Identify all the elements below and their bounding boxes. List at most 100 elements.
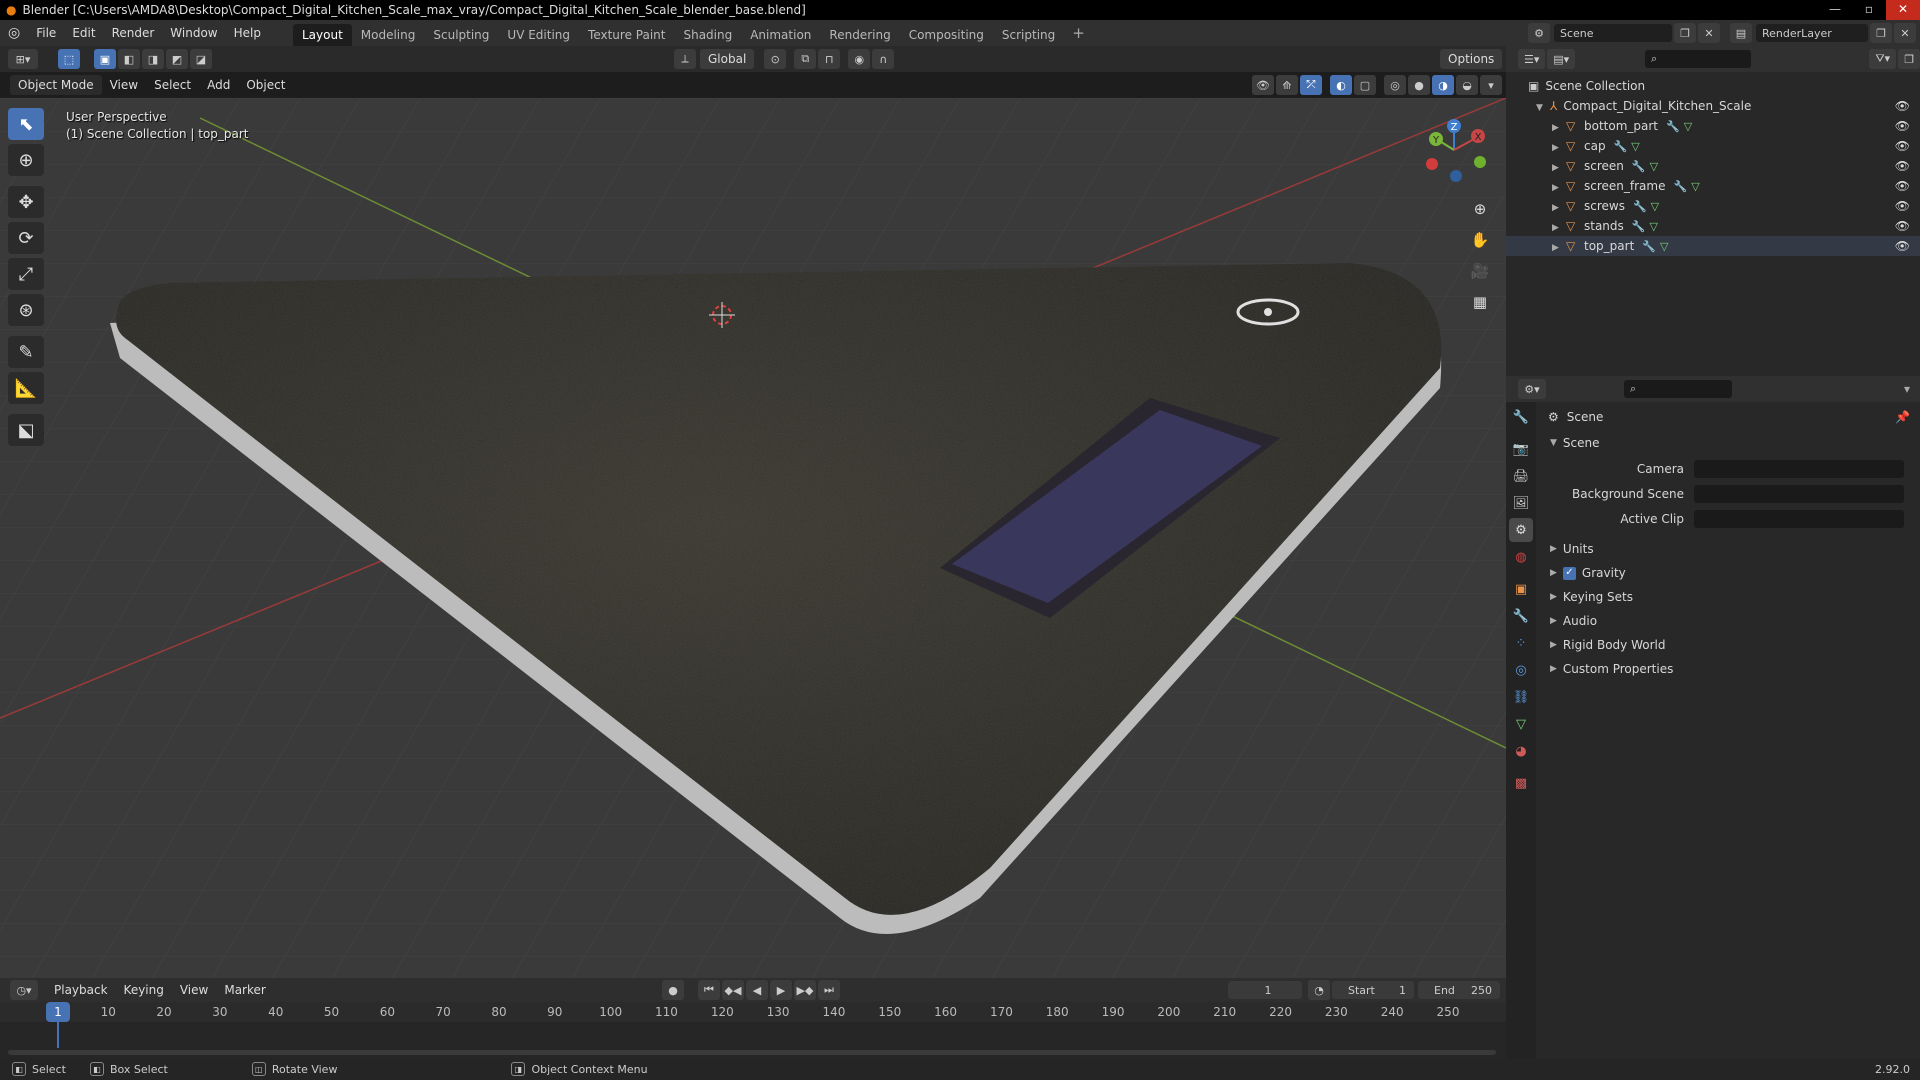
new-scene-icon[interactable]: ❐ xyxy=(1674,23,1696,43)
scene-selector[interactable]: Scene xyxy=(1554,24,1672,42)
render-tab-icon[interactable]: 📷 xyxy=(1509,437,1533,461)
mesh-data-icon[interactable]: ▽ xyxy=(1631,140,1639,153)
material-tab-icon[interactable]: ◕ xyxy=(1509,739,1533,763)
outliner-object-row[interactable]: ▶ ▽ bottom_part 🔧 ▽ 👁 xyxy=(1506,116,1920,136)
section-gravity[interactable]: ▶ ✓ Gravity xyxy=(1544,562,1914,584)
play-icon[interactable]: ▶ xyxy=(770,980,792,1000)
timeline-menu-playback[interactable]: Playback xyxy=(48,980,114,1000)
field-input[interactable] xyxy=(1694,510,1904,528)
shading-options-icon[interactable]: ▾ xyxy=(1480,75,1502,95)
3d-viewport[interactable]: User Perspective (1) Scene Collection | … xyxy=(0,98,1506,978)
solid-shading-icon[interactable]: ● xyxy=(1408,75,1430,95)
section-audio[interactable]: ▶ Audio xyxy=(1544,610,1914,632)
timeline-menu-view[interactable]: View xyxy=(174,980,214,1000)
field-input[interactable] xyxy=(1694,485,1904,503)
visibility-eye-icon[interactable]: 👁 xyxy=(1895,116,1910,136)
select-tool-icon[interactable]: ⬚ xyxy=(58,49,80,69)
mode-invert-icon[interactable]: ◩ xyxy=(166,49,188,69)
visibility-eye-icon[interactable]: 👁 xyxy=(1895,136,1910,156)
output-tab-icon[interactable]: 🖨 xyxy=(1509,464,1533,488)
tab-scripting[interactable]: Scripting xyxy=(993,24,1064,46)
tab-shading[interactable]: Shading xyxy=(674,24,741,46)
texture-tab-icon[interactable]: ▩ xyxy=(1509,771,1533,795)
mode-intersect-icon[interactable]: ◪ xyxy=(190,49,212,69)
overlay-icon[interactable]: ◐ xyxy=(1330,75,1352,95)
section-keying-sets[interactable]: ▶ Keying Sets xyxy=(1544,586,1914,608)
scene-panel-header[interactable]: ▼ Scene xyxy=(1544,432,1914,454)
filter-icon[interactable]: ⛛▾ xyxy=(1868,49,1897,69)
proportional-edit-icon[interactable]: ◉ xyxy=(848,49,871,69)
mesh-data-icon[interactable]: ▽ xyxy=(1660,240,1668,253)
visibility-eye-icon[interactable]: 👁 xyxy=(1895,236,1910,256)
blender-menu-icon[interactable]: ◎ xyxy=(0,25,28,41)
visibility-icon[interactable]: 👁 xyxy=(1252,75,1274,95)
viewport-menu-select[interactable]: Select xyxy=(146,72,199,98)
section-units[interactable]: ▶ Units xyxy=(1544,538,1914,560)
mesh-data-icon[interactable]: ▽ xyxy=(1691,180,1699,193)
playhead[interactable]: 1 xyxy=(46,1002,70,1022)
expand-triangle-icon[interactable]: ▶ xyxy=(1552,118,1566,138)
visibility-eye-icon[interactable]: 👁 xyxy=(1895,156,1910,176)
add-workspace-button[interactable]: + xyxy=(1064,24,1093,42)
start-frame-field[interactable]: Start 1 xyxy=(1332,981,1414,999)
outliner-object-row[interactable]: ▶ ▽ cap 🔧 ▽ 👁 xyxy=(1506,136,1920,156)
properties-editor-icon[interactable]: ⚙▾ xyxy=(1518,379,1546,399)
camera-view-icon[interactable]: 🎥 xyxy=(1466,257,1494,285)
play-reverse-icon[interactable]: ◀ xyxy=(746,980,768,1000)
pan-hand-icon[interactable]: ✋ xyxy=(1466,226,1494,254)
maximize-button[interactable]: ▫ xyxy=(1852,0,1886,20)
gizmo-toggle-icon[interactable]: ⟰ xyxy=(1276,75,1298,95)
zoom-icon[interactable]: ⊕ xyxy=(1466,195,1494,223)
navigation-gizmo[interactable]: Z Y X xyxy=(1420,110,1500,190)
outliner-editor-icon[interactable]: ☰▾ xyxy=(1518,49,1546,69)
modifier-tab-icon[interactable]: 🔧 xyxy=(1509,604,1533,628)
outliner-object-row[interactable]: ▶ ▽ screen_frame 🔧 ▽ 👁 xyxy=(1506,176,1920,196)
rotate-tool[interactable]: ⟳ xyxy=(8,222,44,254)
menu-window[interactable]: Window xyxy=(162,20,225,46)
outliner-collection-row[interactable]: ▼ ⅄ Compact_Digital_Kitchen_Scale 👁 xyxy=(1506,96,1920,116)
expand-triangle-icon[interactable]: ▶ xyxy=(1552,138,1566,158)
expand-triangle-icon[interactable]: ▶ xyxy=(1552,198,1566,218)
outliner-object-row[interactable]: ▶ ▽ screws 🔧 ▽ 👁 xyxy=(1506,196,1920,216)
jump-start-icon[interactable]: ⏮ xyxy=(698,980,720,1000)
modifier-wrench-icon[interactable]: 🔧 xyxy=(1632,160,1646,173)
mesh-data-icon[interactable]: ▽ xyxy=(1684,120,1692,133)
tab-layout[interactable]: Layout xyxy=(292,24,352,46)
modifier-wrench-icon[interactable]: 🔧 xyxy=(1673,180,1687,193)
constraints-tab-icon[interactable]: ⛓ xyxy=(1509,685,1533,709)
section-rigid-body-world[interactable]: ▶ Rigid Body World xyxy=(1544,634,1914,656)
outliner-search-input[interactable]: ⌕ xyxy=(1644,50,1751,68)
menu-render[interactable]: Render xyxy=(104,20,163,46)
outliner-object-row[interactable]: ▶ ▽ stands 🔧 ▽ 👁 xyxy=(1506,216,1920,236)
modifier-wrench-icon[interactable]: 🔧 xyxy=(1614,140,1628,153)
tab-compositing[interactable]: Compositing xyxy=(900,24,993,46)
scene-tab-icon[interactable]: ⚙ xyxy=(1509,518,1533,542)
properties-search-input[interactable]: ⌕ xyxy=(1624,380,1732,398)
expand-triangle-icon[interactable]: ▶ xyxy=(1552,218,1566,238)
snap-icon[interactable]: ⧉ xyxy=(794,49,817,69)
outliner-object-row[interactable]: ▶ ▽ top_part 🔧 ▽ 👁 xyxy=(1506,236,1920,256)
mode-subtract-icon[interactable]: ◨ xyxy=(142,49,164,69)
renderlayer-icon[interactable]: ▤ xyxy=(1730,23,1752,43)
field-input[interactable] xyxy=(1694,460,1904,478)
tab-animation[interactable]: Animation xyxy=(741,24,820,46)
visibility-eye-icon[interactable]: 👁 xyxy=(1895,96,1910,116)
world-tab-icon[interactable]: ◍ xyxy=(1509,545,1533,569)
tab-modeling[interactable]: Modeling xyxy=(352,24,425,46)
frame-ruler[interactable]: 10 20 30 40 50 60 70 80 90 100 110 120 130 140 150 160 1… xyxy=(0,1002,1506,1022)
particles-tab-icon[interactable]: ⁘ xyxy=(1509,631,1533,655)
timeline-editor-icon[interactable]: ◷▾ xyxy=(10,980,38,1000)
outliner-object-row[interactable]: ▶ ▽ screen 🔧 ▽ 👁 xyxy=(1506,156,1920,176)
renderlayer-selector[interactable]: RenderLayer xyxy=(1756,24,1868,42)
physics-tab-icon[interactable]: ◎ xyxy=(1509,658,1533,682)
display-mode-icon[interactable]: ▤▾ xyxy=(1547,49,1575,69)
gravity-checkbox[interactable]: ✓ xyxy=(1562,566,1576,580)
new-renderlayer-icon[interactable]: ❐ xyxy=(1870,23,1892,43)
modifier-wrench-icon[interactable]: 🔧 xyxy=(1666,120,1680,133)
editor-type-icon[interactable]: ⊞▾ xyxy=(8,49,38,69)
mode-set-icon[interactable]: ▣ xyxy=(94,49,116,69)
prev-keyframe-icon[interactable]: ◆◀ xyxy=(722,980,744,1000)
visibility-eye-icon[interactable]: 👁 xyxy=(1895,176,1910,196)
delete-renderlayer-icon[interactable]: ✕ xyxy=(1894,23,1916,43)
menu-file[interactable]: File xyxy=(28,20,64,46)
